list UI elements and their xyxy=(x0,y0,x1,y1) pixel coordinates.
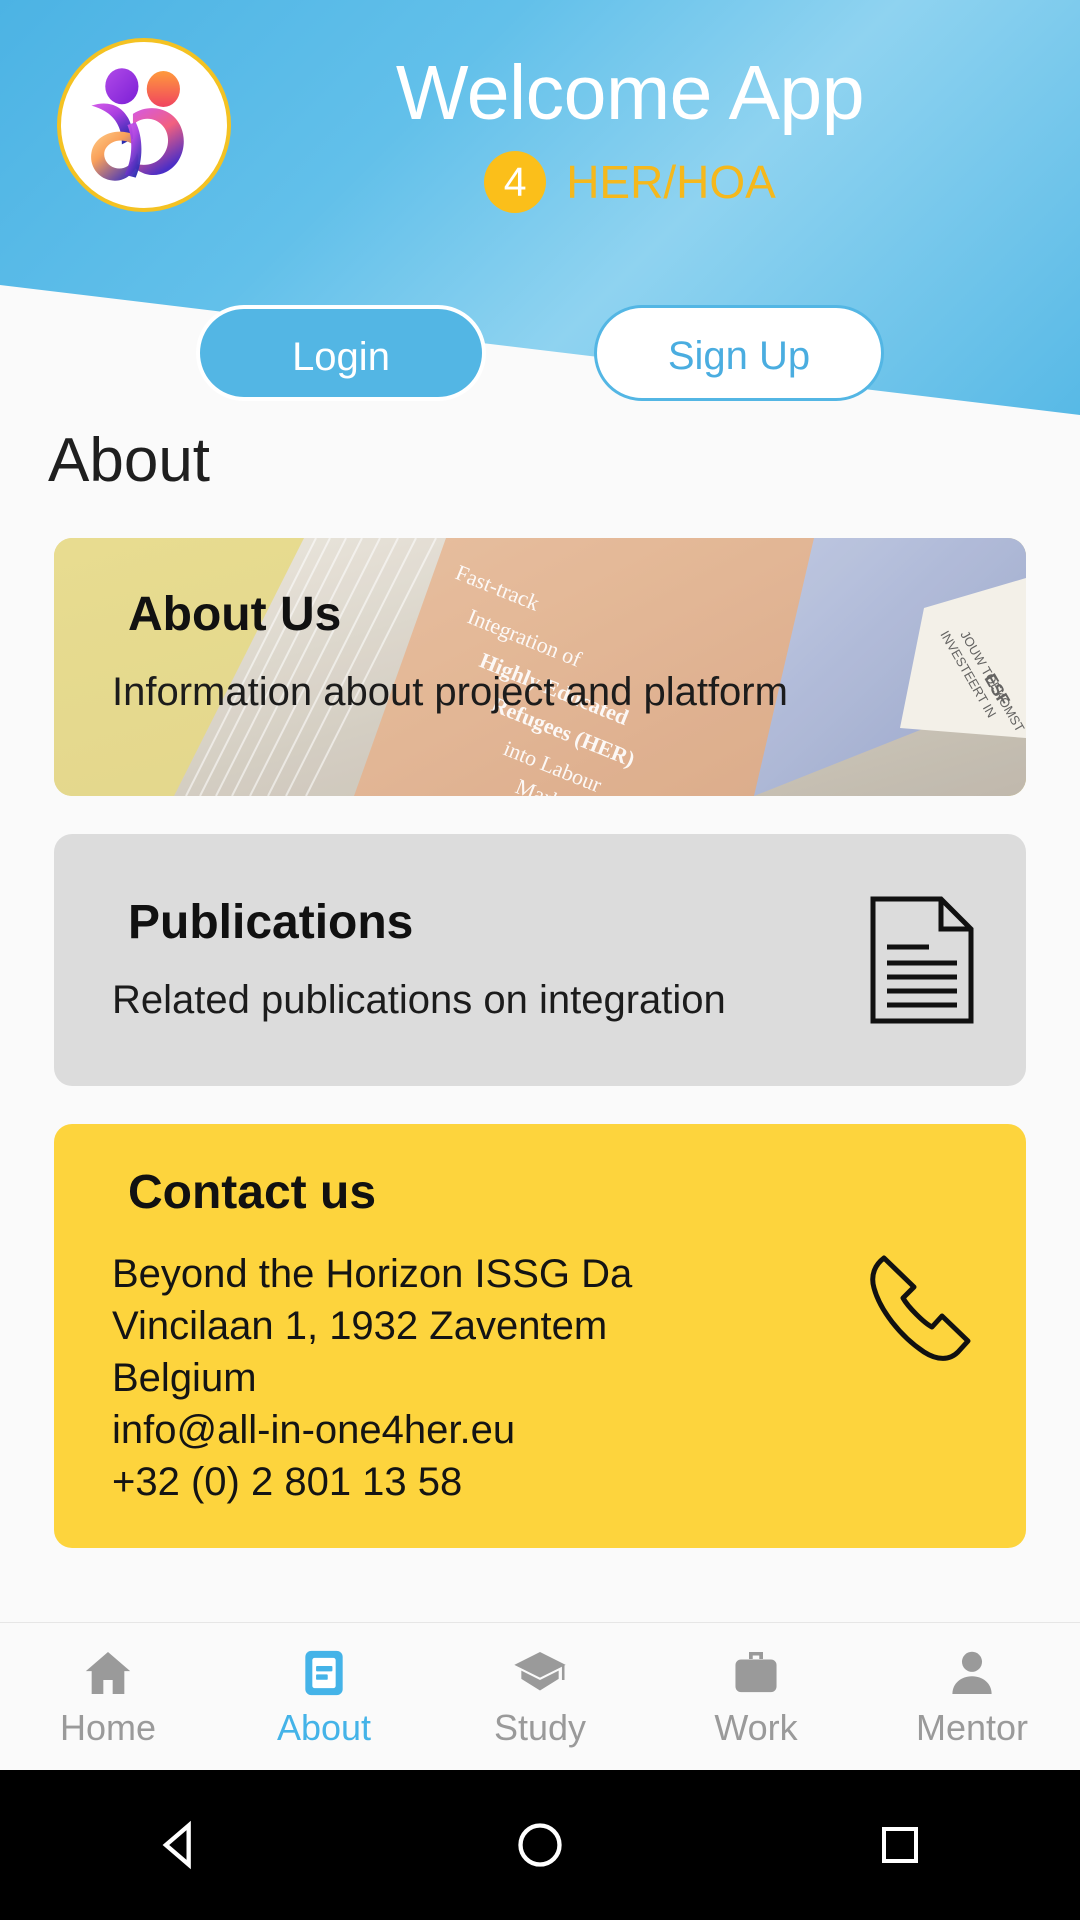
login-button[interactable]: Login xyxy=(196,305,486,401)
card-about-us[interactable]: Fast-track Integration of Highly Educate… xyxy=(54,538,1026,796)
publications-subtitle: Related publications on integration xyxy=(112,978,726,1023)
nav-item-mentor[interactable]: Mentor xyxy=(864,1623,1080,1770)
home-circle-icon[interactable] xyxy=(480,1819,600,1871)
about-us-subtitle: Information about project and platform xyxy=(112,670,788,715)
contact-us-title: Contact us xyxy=(128,1166,377,1219)
page-title: About xyxy=(48,426,211,495)
nav-item-home[interactable]: Home xyxy=(0,1623,216,1770)
nav-label-home: Home xyxy=(59,1706,157,1748)
graduation-cap-icon xyxy=(512,1645,568,1701)
article-icon xyxy=(296,1645,352,1701)
back-triangle-icon[interactable] xyxy=(120,1819,240,1871)
publications-body: Publications Related publications on int… xyxy=(54,895,836,1023)
recents-square-icon[interactable] xyxy=(840,1821,960,1869)
briefcase-icon xyxy=(728,1645,784,1701)
contact-line: Vincilaan 1, 1932 Zaventem xyxy=(112,1304,608,1349)
document-icon xyxy=(836,895,1026,1025)
contact-phone[interactable]: +32 (0) 2 801 13 58 xyxy=(112,1456,816,1508)
nav-label-study: Study xyxy=(493,1706,587,1748)
contact-details: Beyond the Horizon ISSG Da Vincilaan 1, … xyxy=(112,1248,816,1508)
person-icon xyxy=(944,1645,1000,1701)
subtitle-row: 4 HER/HOA xyxy=(250,151,1050,213)
signup-button[interactable]: Sign Up xyxy=(594,305,884,401)
app-screen: Welcome App 4 HER/HOA Login Sign Up Abou… xyxy=(0,0,1080,1920)
card-publications[interactable]: Publications Related publications on int… xyxy=(54,834,1026,1086)
phone-icon xyxy=(816,1124,1026,1374)
nav-label-work: Work xyxy=(714,1706,798,1748)
contact-line: Beyond the Horizon ISSG Da xyxy=(112,1252,633,1297)
android-system-bar xyxy=(0,1770,1080,1920)
nav-item-study[interactable]: Study xyxy=(432,1623,648,1770)
two-figures-logo xyxy=(57,38,231,212)
nav-item-about[interactable]: About xyxy=(216,1623,432,1770)
nav-label-about: About xyxy=(276,1706,372,1748)
title-block: Welcome App 4 HER/HOA xyxy=(250,45,1050,213)
card-list: Fast-track Integration of Highly Educate… xyxy=(0,538,1080,1586)
app-subtitle: HER/HOA xyxy=(566,156,776,208)
publications-title: Publications xyxy=(128,895,414,949)
nav-label-mentor: Mentor xyxy=(915,1706,1029,1748)
contact-us-body: Contact us Beyond the Horizon ISSG Da Vi… xyxy=(54,1124,816,1548)
bottom-navigation: Home About Study Work Mentor xyxy=(0,1622,1080,1770)
app-title: Welcome App xyxy=(395,50,865,136)
nav-item-work[interactable]: Work xyxy=(648,1623,864,1770)
badge-count: 4 xyxy=(484,151,547,213)
contact-email[interactable]: info@all-in-one4her.eu xyxy=(112,1404,816,1456)
home-icon xyxy=(80,1645,136,1701)
about-us-body: About Us Information about project and p… xyxy=(54,538,1026,714)
auth-buttons: Login Sign Up xyxy=(0,305,1080,409)
card-contact-us[interactable]: Contact us Beyond the Horizon ISSG Da Vi… xyxy=(54,1124,1026,1549)
about-us-title: About Us xyxy=(128,588,342,641)
contact-line: Belgium xyxy=(112,1356,257,1401)
